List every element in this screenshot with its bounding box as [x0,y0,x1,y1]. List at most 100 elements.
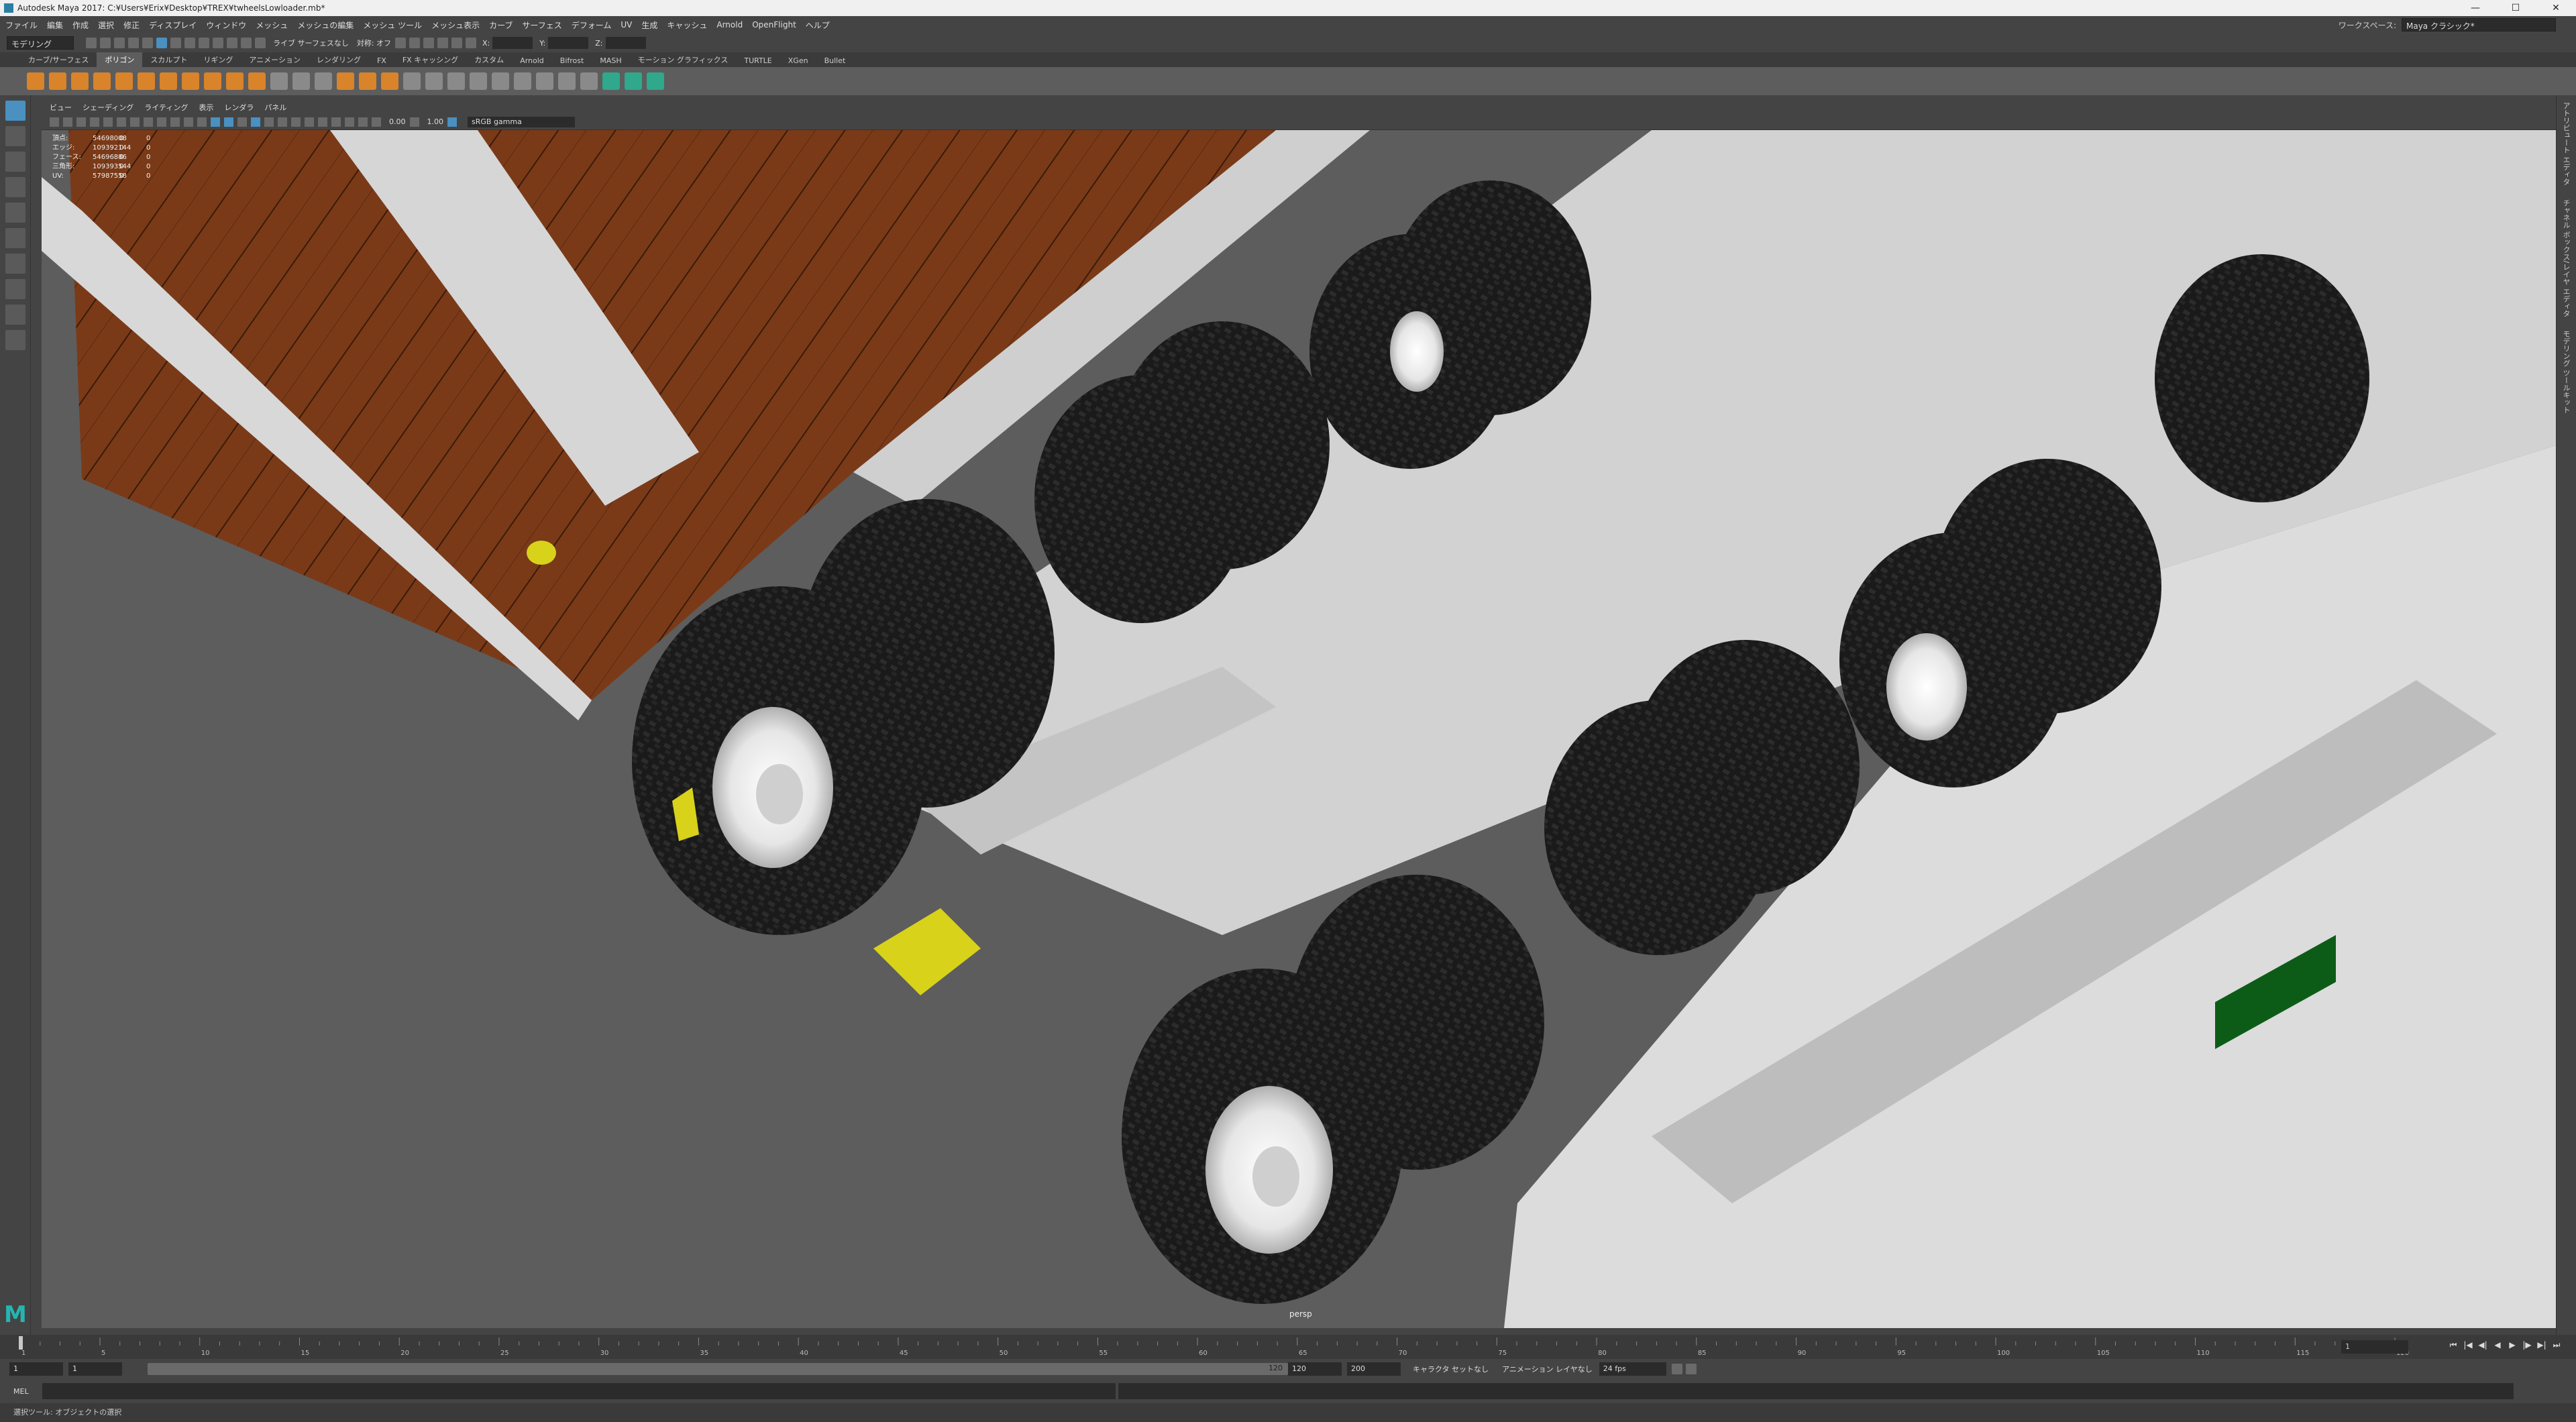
symmetry-label[interactable]: 対称: オフ [357,38,391,48]
snap-view-plane-icon[interactable] [241,38,252,48]
menu-uv[interactable]: UV [621,20,632,30]
shelf-tab-sculpting[interactable]: スカルプト [142,52,195,67]
menu-help[interactable]: ヘルプ [806,19,830,31]
character-set-dropdown[interactable]: キャラクタ セットなし [1413,1364,1489,1374]
make-live-icon[interactable] [255,38,266,48]
perspective-viewport[interactable]: 頂点: 54698008 0 0 エッジ: 109392144 0 0 フェース… [42,130,2556,1328]
depth-of-field-icon[interactable] [331,117,341,127]
grease-pencil-icon[interactable] [117,117,126,127]
shelf-tab-rendering[interactable]: レンダリング [309,52,369,67]
xray-icon[interactable] [358,117,368,127]
time-slider[interactable]: 1 5 10 15 20 25 30 35 40 45 50 55 60 65 70 75 80 85 90 95 10… [0,1335,2576,1359]
go-to-start-icon[interactable]: ⏮ [2447,1340,2459,1352]
menu-openflight[interactable]: OpenFlight [752,20,796,30]
maximize-button[interactable]: ☐ [2496,0,2536,16]
shelf-tab-rigging[interactable]: リギング [195,52,241,67]
select-object-icon[interactable] [170,38,181,48]
poly-torus-icon[interactable] [115,72,133,90]
shelf-tab-custom[interactable]: カスタム [466,52,512,67]
last-tool-icon[interactable] [5,254,25,274]
poly-cylinder-icon[interactable] [71,72,89,90]
go-to-end-icon[interactable]: ⏭ [2551,1340,2563,1352]
boolean-union-icon[interactable] [337,72,354,90]
select-tool-icon[interactable] [5,101,25,121]
gamma-value[interactable]: 1.00 [427,117,444,126]
shelf-tab-polygons[interactable]: ポリゴン [97,52,143,67]
use-all-lights-icon[interactable] [264,117,274,127]
render-current-icon[interactable] [409,38,421,48]
outliner-layout-icon[interactable] [5,330,25,350]
auto-key-icon[interactable] [1671,1364,1682,1374]
poly-text-icon[interactable] [226,72,244,90]
menu-display[interactable]: ディスプレイ [149,19,197,31]
two-d-pan-zoom-icon[interactable] [103,117,113,127]
x-field[interactable] [492,37,533,49]
boolean-intersection-icon[interactable] [381,72,398,90]
smooth-icon[interactable] [315,72,332,90]
minimize-button[interactable]: — [2455,0,2496,16]
shelf-tab-xgen[interactable]: XGen [780,54,816,67]
open-scene-icon[interactable] [100,38,111,48]
panel-menu-panels[interactable]: パネル [264,102,286,113]
close-button[interactable]: ✕ [2536,0,2576,16]
side-tab-channel-box[interactable]: チャネル ボックス/レイヤ エディタ [2557,193,2575,324]
automatic-mapping-icon[interactable] [625,72,642,90]
arnold-render-icon[interactable] [466,38,477,48]
poly-svg-icon[interactable] [248,72,266,90]
ipr-render-icon[interactable] [423,38,435,48]
select-component-icon[interactable] [184,38,195,48]
shelf-tab-animation[interactable]: アニメーション [241,52,309,67]
workspace-dropdown[interactable]: Maya クラシック* [2402,18,2556,32]
side-tab-attribute-editor[interactable]: アトリビュート エディタ [2557,95,2575,193]
animation-end-field[interactable]: 200 [1347,1362,1401,1376]
menu-mesh-tools[interactable]: メッシュ ツール [363,19,422,31]
gamma-icon[interactable] [409,117,419,127]
fill-hole-icon[interactable] [492,72,509,90]
shadows-icon[interactable] [278,117,287,127]
poly-plane-icon[interactable] [138,72,155,90]
target-weld-icon[interactable] [558,72,576,90]
menu-select[interactable]: 選択 [98,19,114,31]
field-chart-icon[interactable] [184,117,193,127]
poly-helix-icon[interactable] [204,72,221,90]
redo-icon[interactable] [142,38,153,48]
lasso-tool-icon[interactable] [5,126,25,146]
range-bar[interactable]: 120 [148,1363,1288,1375]
bevel-icon[interactable] [470,72,487,90]
rotate-tool-icon[interactable] [5,203,25,223]
mel-label[interactable]: MEL [13,1387,29,1396]
y-field[interactable] [548,37,589,49]
wireframe-icon[interactable] [211,117,220,127]
anti-aliasing-icon[interactable] [318,117,327,127]
menu-cache[interactable]: キャッシュ [667,19,707,31]
panel-menu-shading[interactable]: シェーディング [83,102,133,113]
isolate-select-icon[interactable] [345,117,354,127]
menu-mesh[interactable]: メッシュ [256,19,288,31]
menu-surfaces[interactable]: サーフェス [522,19,561,31]
menu-curves[interactable]: カーブ [489,19,513,31]
menu-mesh-display[interactable]: メッシュ表示 [431,19,480,31]
step-forward-frame-icon[interactable]: |▶ [2521,1340,2533,1352]
play-backward-icon[interactable]: ◀ [2491,1340,2504,1352]
step-forward-key-icon[interactable]: ▶| [2536,1340,2548,1352]
scale-tool-icon[interactable] [5,228,25,248]
insert-edge-loop-icon[interactable] [514,72,531,90]
shelf-tab-fx[interactable]: FX [369,54,394,67]
menu-file[interactable]: ファイル [5,19,38,31]
shelf-tab-turtle[interactable]: TURTLE [736,54,780,67]
snap-curve-icon[interactable] [213,38,223,48]
four-view-layout-icon[interactable] [5,305,25,325]
poly-pipe-icon[interactable] [182,72,199,90]
move-tool-icon[interactable] [5,177,25,197]
animation-start-field[interactable]: 1 [9,1362,63,1376]
exposure-icon[interactable] [372,117,381,127]
menu-windows[interactable]: ウィンドウ [206,19,246,31]
menuset-dropdown[interactable]: モデリング [7,36,74,50]
panel-menu-lighting[interactable]: ライティング [144,102,188,113]
side-tab-modeling-toolkit[interactable]: モデリング ツールキット [2557,323,2575,421]
extrude-icon[interactable] [425,72,443,90]
safe-action-icon[interactable] [197,117,207,127]
render-settings-icon[interactable] [437,38,449,48]
select-hierarchy-icon[interactable] [156,38,167,48]
hypershade-icon[interactable] [451,38,463,48]
